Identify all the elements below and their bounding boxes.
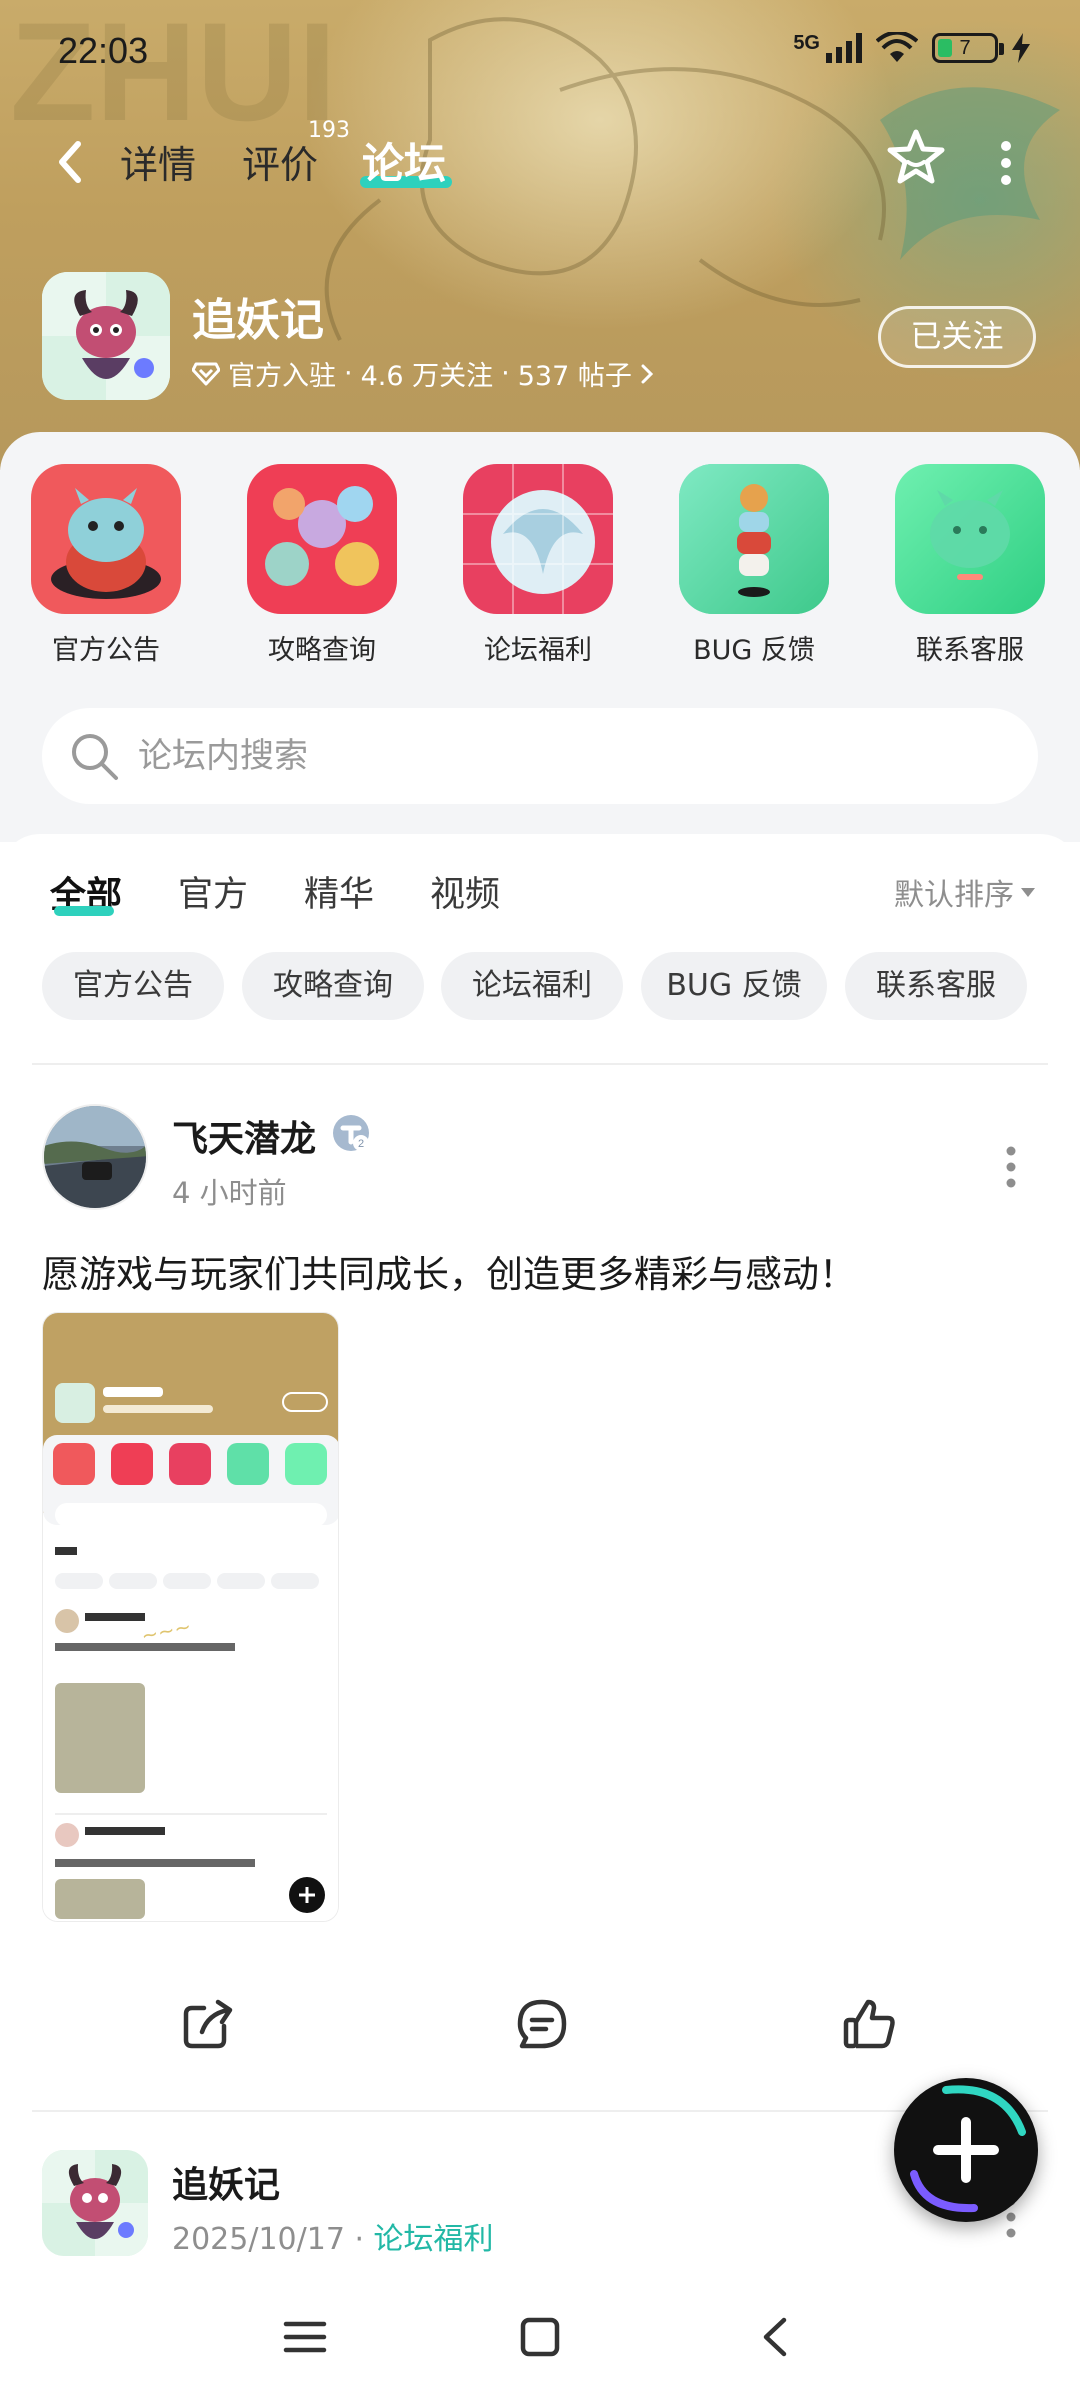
- charging-icon: [1012, 33, 1030, 63]
- top-nav: 详情 评价 193 论坛: [0, 118, 1080, 208]
- quick-link-label: 官方公告: [52, 635, 160, 666]
- tab-details[interactable]: 详情: [120, 134, 196, 189]
- menu-icon[interactable]: [280, 2312, 330, 2362]
- game-icon: [42, 272, 170, 400]
- chip-guides[interactable]: 攻略查询: [242, 952, 424, 1020]
- quick-link-label: 联系客服: [916, 635, 1024, 666]
- chip-announcement[interactable]: 官方公告: [42, 952, 224, 1020]
- forum-feed: 全部 官方 精华 视频 默认排序 官方公告 攻略查询 论坛福利 BUG 反馈 联…: [0, 834, 1080, 2274]
- guides-icon: [247, 464, 397, 614]
- post-more-icon[interactable]: [1004, 1144, 1018, 1190]
- post-body[interactable]: 愿游戏与玩家们共同成长，创造更多精彩与感动！: [42, 1244, 856, 1298]
- post-author[interactable]: 追妖记: [172, 2156, 280, 2208]
- reviews-count-badge: 193: [308, 118, 350, 143]
- caret-down-icon: [1021, 888, 1035, 897]
- official-label: 官方入驻: [228, 361, 336, 392]
- chip-customer-service[interactable]: 联系客服: [845, 952, 1027, 1020]
- back-icon[interactable]: [752, 2312, 802, 2362]
- forum-quick-panel: 官方公告 攻略查询 论坛福利 BUG 反馈 联系客服: [0, 432, 1080, 842]
- post-actions: [0, 1984, 1080, 2064]
- system-navigation-bar: [0, 2274, 1080, 2401]
- quick-link-welfare[interactable]: 论坛福利: [463, 464, 613, 667]
- meta-separator: ·: [344, 358, 353, 389]
- meta-separator: ·: [501, 358, 510, 389]
- feed-tab-featured[interactable]: 精华: [304, 866, 374, 917]
- more-options-icon[interactable]: [996, 138, 1016, 188]
- game-meta: 官方入驻 · 4.6 万关注 · 537 帖子: [192, 354, 654, 393]
- wifi-icon: [876, 32, 918, 62]
- forum-search-bar[interactable]: [42, 708, 1038, 804]
- search-input[interactable]: [138, 726, 998, 786]
- create-post-button[interactable]: [894, 2078, 1038, 2222]
- follow-button[interactable]: 已关注: [878, 306, 1036, 368]
- feed-tab-indicator: [54, 906, 114, 916]
- status-time: 22:03: [58, 30, 149, 71]
- quick-link-label: BUG 反馈: [693, 635, 815, 666]
- game-header: 追妖记 官方入驻 · 4.6 万关注 · 537 帖子 已关注: [0, 272, 1080, 402]
- plus-icon: [910, 2085, 1026, 2213]
- post-date: 2025/10/17: [172, 2222, 345, 2257]
- svg-text:2: 2: [358, 1138, 364, 1150]
- feed-tab-official[interactable]: 官方: [178, 866, 248, 917]
- posts-count[interactable]: 537 帖子: [518, 354, 632, 393]
- network-label: 5G: [793, 32, 820, 54]
- quick-link-label: 攻略查询: [268, 635, 376, 666]
- comment-icon[interactable]: [514, 1996, 570, 2052]
- chevron-right-icon: [641, 364, 653, 383]
- level-badge-icon: 2: [333, 1115, 369, 1151]
- game-hero-header: ZHUI 22:03 5G 7 详情 评价 193 论坛 追妖记 官方入驻 · …: [0, 0, 1080, 470]
- quick-link-label: 论坛福利: [484, 635, 592, 666]
- sort-dropdown[interactable]: 默认排序: [894, 870, 1036, 914]
- status-icons: 5G 7: [793, 32, 1030, 64]
- bug-report-icon: [679, 464, 829, 614]
- tab-forum[interactable]: 论坛: [362, 130, 446, 191]
- sort-label: 默认排序: [894, 878, 1014, 913]
- home-icon[interactable]: [515, 2312, 565, 2362]
- status-bar: 22:03 5G 7: [0, 0, 1080, 104]
- welfare-icon: [463, 464, 613, 614]
- avatar[interactable]: [42, 2150, 148, 2256]
- battery-icon: 7: [932, 33, 1004, 63]
- back-arrow-icon[interactable]: [50, 132, 90, 192]
- divider: [32, 1063, 1048, 1065]
- tab-reviews[interactable]: 评价: [242, 134, 318, 189]
- favorite-star-icon[interactable]: [884, 126, 948, 190]
- quick-link-customer-service[interactable]: 联系客服: [895, 464, 1045, 667]
- post-meta: 2025/10/17 · 论坛福利: [172, 2214, 494, 2258]
- share-icon[interactable]: [180, 1996, 236, 2052]
- signal-icon: [826, 33, 862, 63]
- meta-separator: ·: [354, 2222, 374, 2257]
- quick-link-bug-report[interactable]: BUG 反馈: [679, 464, 829, 667]
- post-author[interactable]: 飞天潜龙: [172, 1110, 316, 1162]
- chip-bug-report[interactable]: BUG 反馈: [641, 952, 827, 1020]
- avatar[interactable]: [42, 1104, 148, 1210]
- quick-link-announcement[interactable]: 官方公告: [31, 464, 181, 667]
- announcement-icon: [31, 464, 181, 614]
- search-icon: [72, 734, 118, 780]
- game-title: 追妖记: [192, 295, 324, 346]
- post-time: 4 小时前: [172, 1176, 287, 1210]
- quick-link-guides[interactable]: 攻略查询: [247, 464, 397, 667]
- like-thumb-icon[interactable]: [842, 1996, 898, 2052]
- post-category-link[interactable]: 论坛福利: [374, 2222, 494, 2257]
- followers-count: 4.6 万关注: [360, 361, 494, 392]
- verified-diamond-icon: [192, 362, 220, 385]
- feed-tab-video[interactable]: 视频: [430, 866, 500, 917]
- customer-service-icon: [895, 464, 1045, 614]
- battery-level: 7: [959, 37, 971, 59]
- post-image-thumbnail[interactable]: ~~~: [42, 1312, 339, 1922]
- chip-welfare[interactable]: 论坛福利: [441, 952, 623, 1020]
